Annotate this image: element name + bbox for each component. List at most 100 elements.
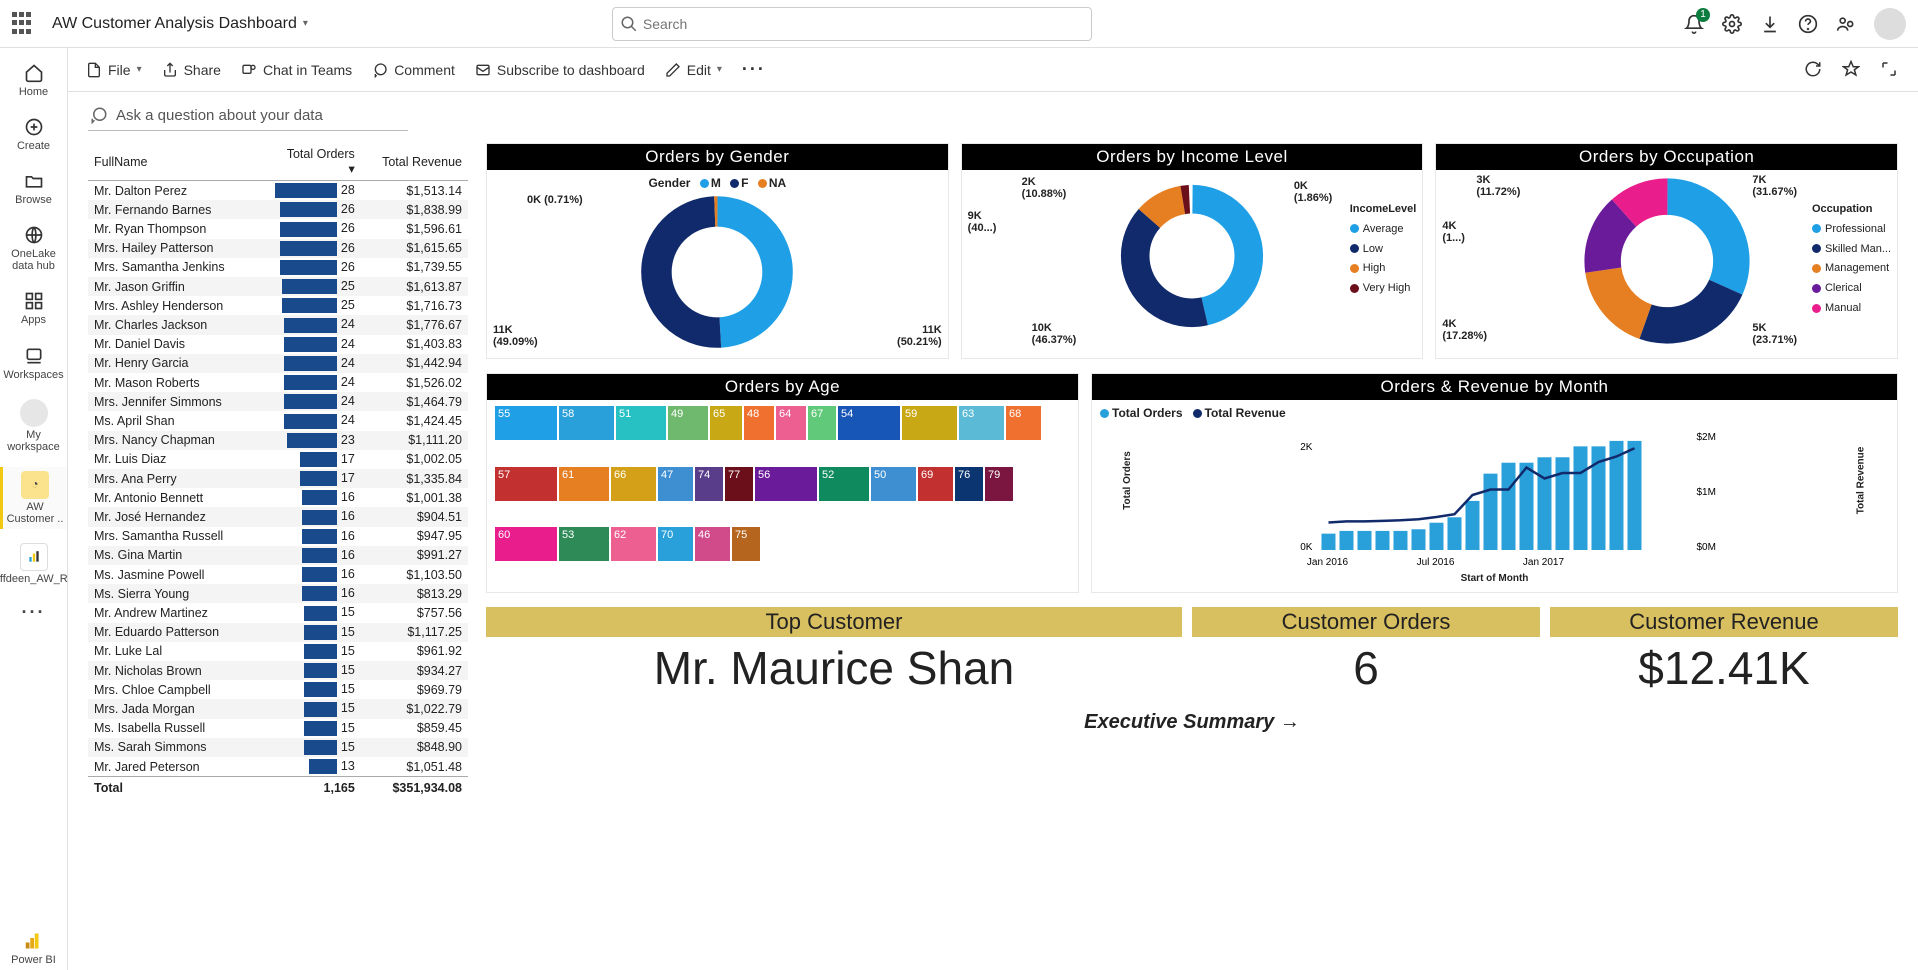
notifications-icon[interactable]: [1684, 14, 1704, 34]
treemap-cell[interactable]: 70: [658, 527, 693, 561]
card-customer-revenue[interactable]: Customer Revenue $12.41K: [1550, 607, 1898, 695]
treemap-cell[interactable]: 56: [755, 467, 817, 501]
treemap-cell[interactable]: 68: [1006, 406, 1041, 440]
nav-powerbi[interactable]: Power BI: [0, 926, 67, 970]
treemap-cell[interactable]: 64: [776, 406, 806, 440]
nav-aw-dashboard[interactable]: ◔ AW Customer ..: [0, 467, 67, 529]
table-row[interactable]: Ms. Sierra Young 16$813.29: [88, 584, 468, 603]
treemap-cell[interactable]: 55: [495, 406, 557, 440]
treemap-cell[interactable]: 74: [695, 467, 723, 501]
treemap-cell[interactable]: 51: [616, 406, 666, 440]
nav-home[interactable]: Home: [0, 58, 67, 102]
treemap-cell[interactable]: 66: [611, 467, 656, 501]
table-row[interactable]: Mrs. Jennifer Simmons 24$1,464.79: [88, 392, 468, 411]
qa-input[interactable]: Ask a question about your data: [88, 102, 408, 131]
treemap-cell[interactable]: 54: [838, 406, 900, 440]
table-row[interactable]: Mrs. Samantha Russell 16$947.95: [88, 527, 468, 546]
settings-icon[interactable]: [1722, 14, 1742, 34]
treemap-cell[interactable]: 53: [559, 527, 609, 561]
chart-orders-by-income[interactable]: Orders by Income Level IncomeLevel: [961, 143, 1424, 359]
table-row[interactable]: Mrs. Hailey Patterson 26$1,615.65: [88, 239, 468, 258]
nav-report[interactable]: Sheriffdeen_AW_Report: [0, 539, 67, 589]
table-row[interactable]: Mr. Henry Garcia 24$1,442.94: [88, 354, 468, 373]
nav-workspaces[interactable]: Workspaces: [0, 341, 67, 385]
dashboard-title[interactable]: AW Customer Analysis Dashboard ▾: [52, 15, 308, 33]
table-row[interactable]: Mrs. Jada Morgan 15$1,022.79: [88, 699, 468, 718]
cmd-chat-teams[interactable]: Chat in Teams: [241, 62, 352, 78]
people-icon[interactable]: [1836, 14, 1856, 34]
treemap-cell[interactable]: 59: [902, 406, 957, 440]
col-fullname[interactable]: FullName: [88, 143, 254, 181]
search-box[interactable]: [612, 7, 1092, 41]
nav-browse[interactable]: Browse: [0, 166, 67, 210]
table-row[interactable]: Ms. Sarah Simmons 15$848.90: [88, 738, 468, 757]
cmd-more[interactable]: ···: [742, 59, 766, 80]
treemap-cell[interactable]: 46: [695, 527, 730, 561]
favorite-icon[interactable]: [1842, 60, 1862, 80]
table-row[interactable]: Mr. Charles Jackson 24$1,776.67: [88, 315, 468, 334]
fullscreen-icon[interactable]: [1880, 60, 1900, 80]
card-customer-orders[interactable]: Customer Orders 6: [1192, 607, 1540, 695]
refresh-icon[interactable]: [1804, 60, 1824, 80]
download-icon[interactable]: [1760, 14, 1780, 34]
treemap-cell[interactable]: 57: [495, 467, 557, 501]
treemap-cell[interactable]: 60: [495, 527, 557, 561]
table-row[interactable]: Mr. Nicholas Brown 15$934.27: [88, 661, 468, 680]
table-row[interactable]: Mr. Daniel Davis 24$1,403.83: [88, 335, 468, 354]
treemap-cell[interactable]: 61: [559, 467, 609, 501]
table-row[interactable]: Ms. Jasmine Powell 16$1,103.50: [88, 565, 468, 584]
table-row[interactable]: Mr. Fernando Barnes 26$1,838.99: [88, 200, 468, 219]
table-row[interactable]: Ms. April Shan 24$1,424.45: [88, 411, 468, 430]
cmd-file[interactable]: File▾: [86, 62, 142, 78]
treemap-cell[interactable]: 69: [918, 467, 953, 501]
nav-apps[interactable]: Apps: [0, 286, 67, 330]
table-row[interactable]: Ms. Isabella Russell 15$859.45: [88, 719, 468, 738]
chart-orders-by-gender[interactable]: Orders by Gender Gender M F NA: [486, 143, 949, 359]
table-row[interactable]: Mrs. Ana Perry 17$1,335.84: [88, 469, 468, 488]
col-orders[interactable]: Total Orders▾: [254, 143, 361, 181]
treemap-cell[interactable]: 67: [808, 406, 836, 440]
treemap-cell[interactable]: 77: [725, 467, 753, 501]
treemap-cell[interactable]: 79: [985, 467, 1013, 501]
customer-table[interactable]: FullName Total Orders▾ Total Revenue Mr.…: [88, 143, 468, 797]
executive-summary-link[interactable]: Executive Summary →: [486, 711, 1898, 734]
table-row[interactable]: Mr. José Hernandez 16$904.51: [88, 507, 468, 526]
table-row[interactable]: Mr. Luis Diaz 17$1,002.05: [88, 450, 468, 469]
treemap-cell[interactable]: 58: [559, 406, 614, 440]
chart-orders-by-age[interactable]: Orders by Age 55585149654864675459636857…: [486, 373, 1079, 593]
chart-orders-by-occupation[interactable]: Orders by Occupation: [1435, 143, 1898, 359]
treemap-cell[interactable]: 62: [611, 527, 656, 561]
cmd-subscribe[interactable]: Subscribe to dashboard: [475, 62, 645, 78]
table-row[interactable]: Mrs. Samantha Jenkins 26$1,739.55: [88, 258, 468, 277]
treemap-cell[interactable]: 49: [668, 406, 708, 440]
chart-orders-revenue-by-month[interactable]: Orders & Revenue by Month Total Orders T…: [1091, 373, 1898, 593]
table-row[interactable]: Mr. Jason Griffin 25$1,613.87: [88, 277, 468, 296]
table-row[interactable]: Mr. Ryan Thompson 26$1,596.61: [88, 219, 468, 238]
app-launcher-icon[interactable]: [12, 12, 36, 36]
cmd-edit[interactable]: Edit▾: [665, 62, 722, 78]
nav-onelake[interactable]: OneLake data hub: [0, 220, 67, 276]
table-row[interactable]: Mr. Eduardo Patterson 15$1,117.25: [88, 623, 468, 642]
nav-create[interactable]: Create: [0, 112, 67, 156]
user-avatar[interactable]: [1874, 8, 1906, 40]
card-top-customer[interactable]: Top Customer Mr. Maurice Shan: [486, 607, 1182, 695]
treemap-cell[interactable]: 76: [955, 467, 983, 501]
cmd-comment[interactable]: Comment: [372, 62, 455, 78]
help-icon[interactable]: [1798, 14, 1818, 34]
table-row[interactable]: Mr. Andrew Martinez 15$757.56: [88, 603, 468, 622]
col-revenue[interactable]: Total Revenue: [361, 143, 468, 181]
treemap-cell[interactable]: 50: [871, 467, 916, 501]
table-row[interactable]: Mrs. Chloe Campbell 15$969.79: [88, 680, 468, 699]
treemap-cell[interactable]: 75: [732, 527, 760, 561]
table-row[interactable]: Mr. Antonio Bennett 16$1,001.38: [88, 488, 468, 507]
cmd-share[interactable]: Share: [162, 62, 221, 78]
table-row[interactable]: Mr. Dalton Perez 28$1,513.14: [88, 181, 468, 201]
search-input[interactable]: [612, 7, 1092, 41]
table-row[interactable]: Mr. Luke Lal 15$961.92: [88, 642, 468, 661]
nav-more[interactable]: ···: [0, 599, 67, 627]
table-row[interactable]: Mr. Jared Peterson 13$1,051.48: [88, 757, 468, 777]
table-row[interactable]: Mrs. Nancy Chapman 23$1,111.20: [88, 431, 468, 450]
treemap-cell[interactable]: 47: [658, 467, 693, 501]
treemap-cell[interactable]: 65: [710, 406, 742, 440]
table-row[interactable]: Mrs. Ashley Henderson 25$1,716.73: [88, 296, 468, 315]
